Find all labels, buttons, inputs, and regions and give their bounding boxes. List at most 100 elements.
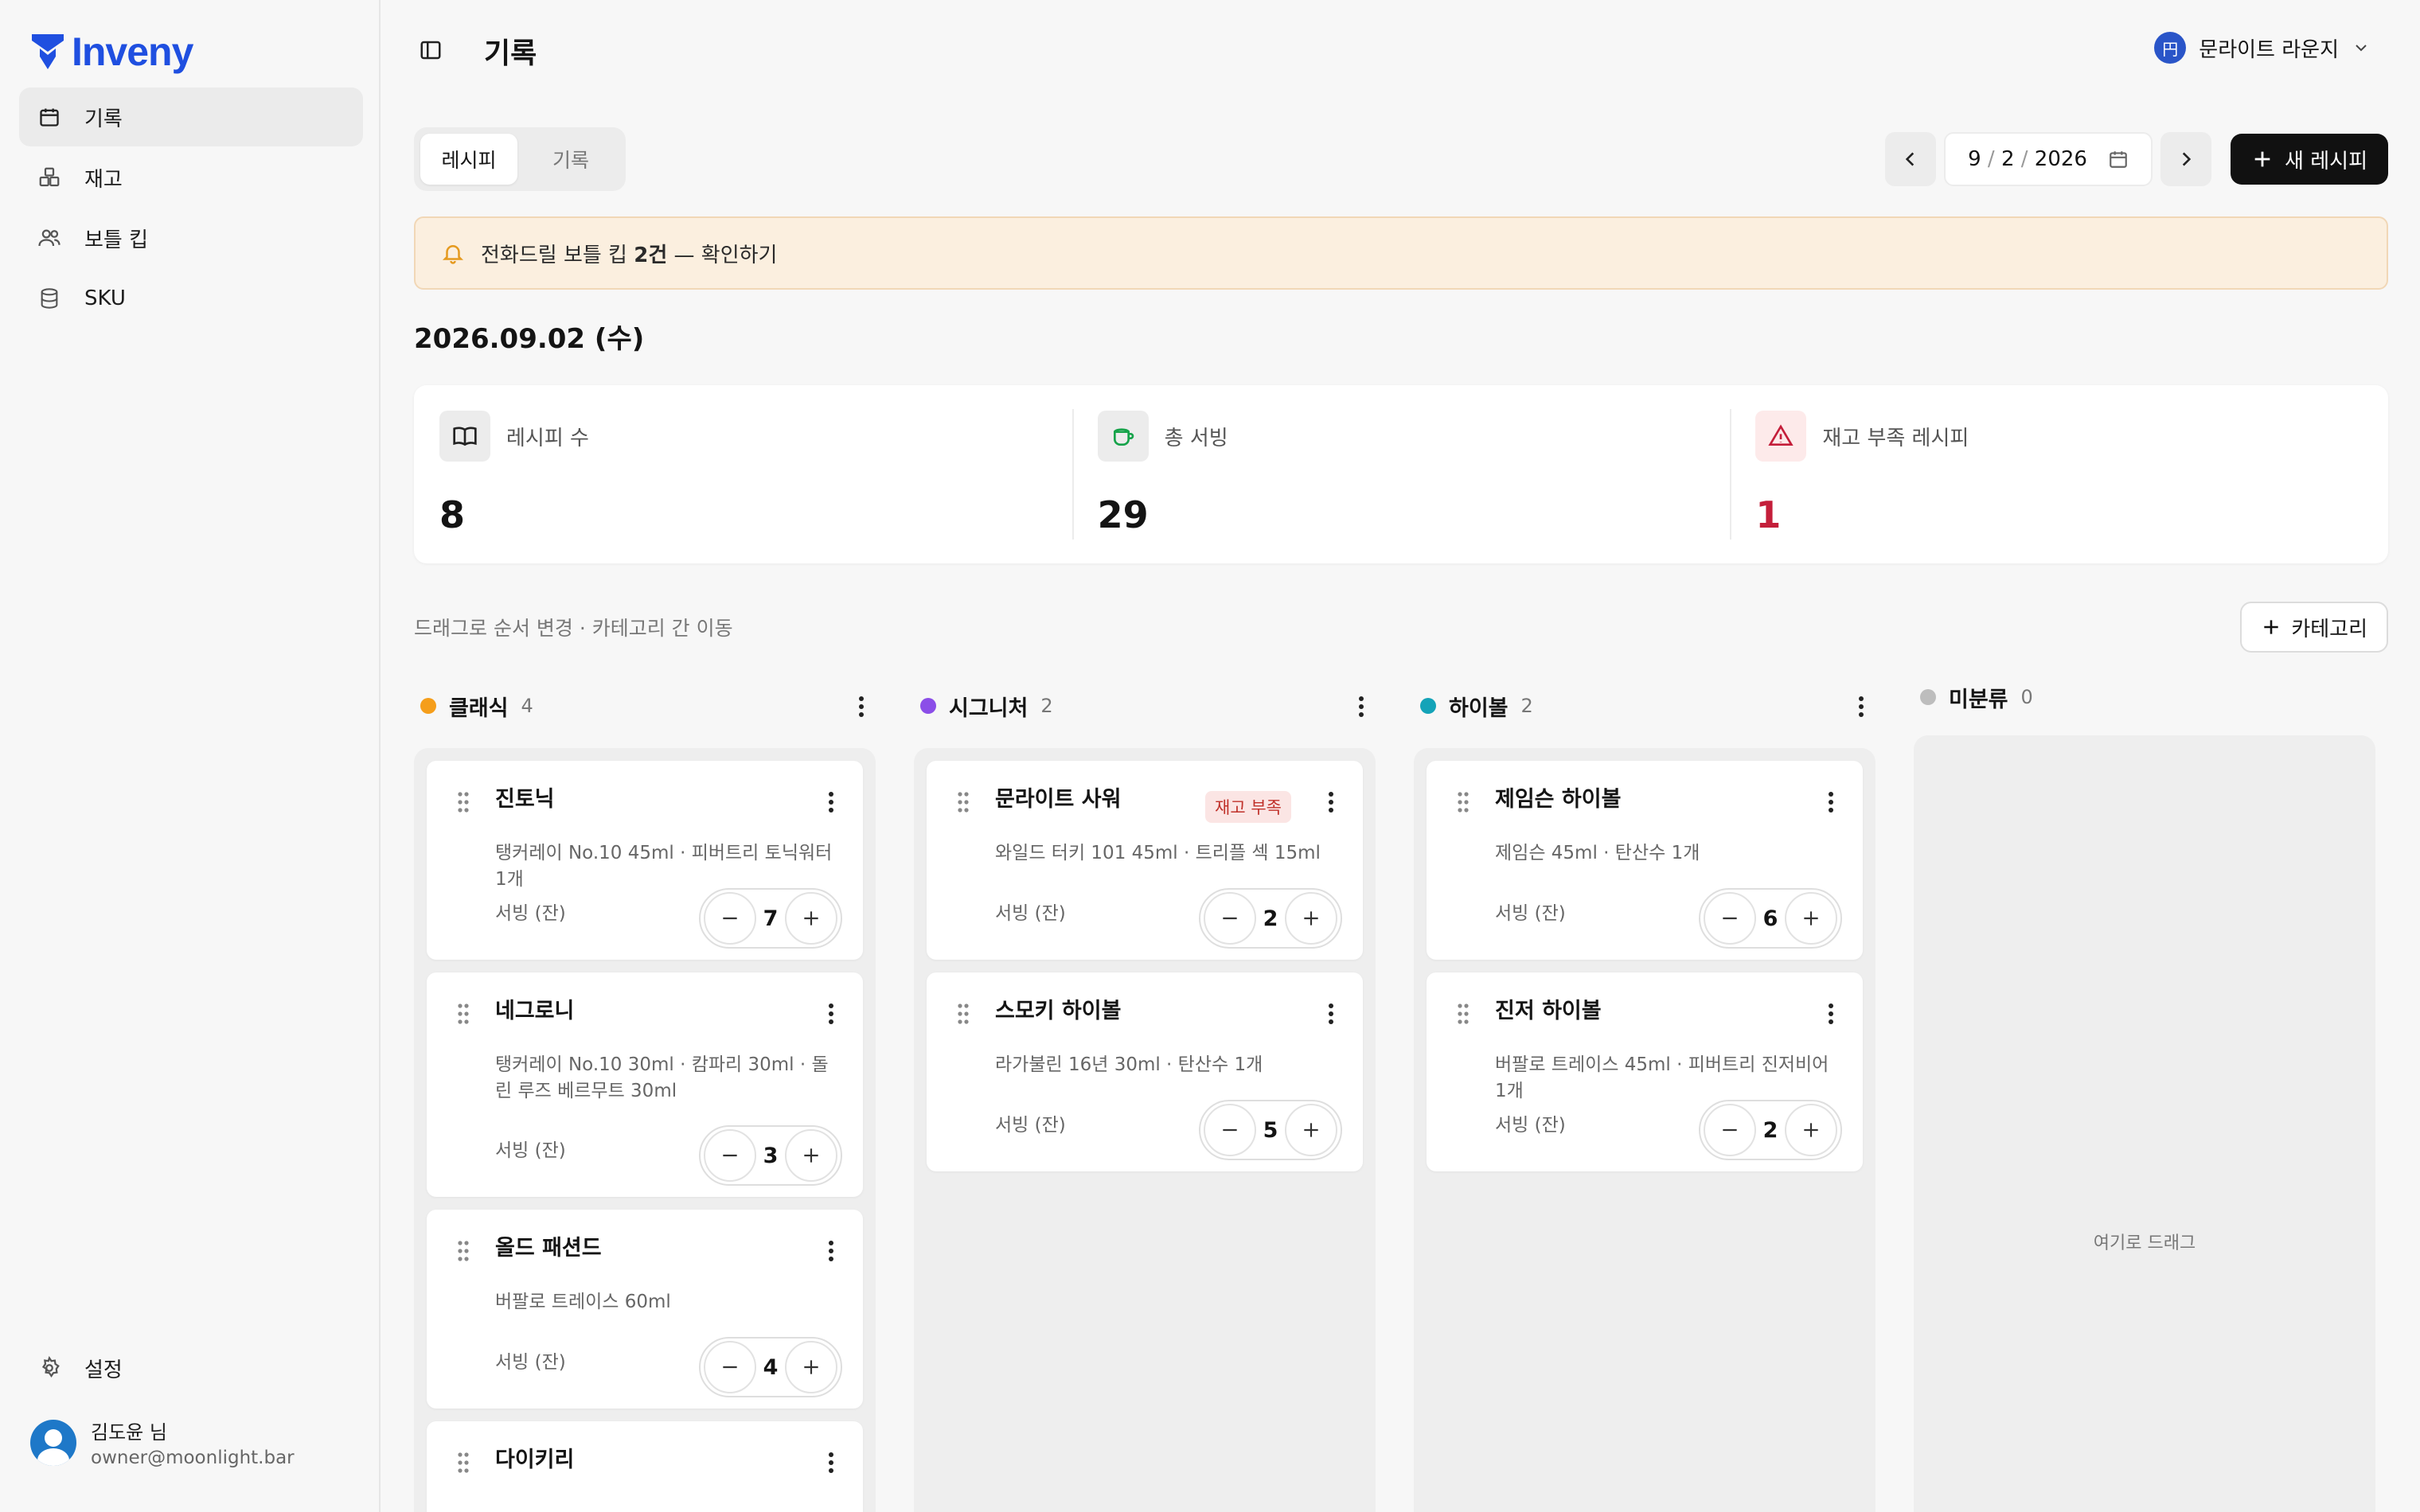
serving-count: 5 [1263,1117,1278,1143]
recipe-name: 네그로니 [495,999,575,1023]
minus-icon [723,1366,737,1369]
drag-handle-icon[interactable] [957,1003,970,1025]
drag-handle-icon[interactable] [1457,1003,1470,1025]
more-vertical-icon[interactable] [817,1448,845,1477]
date-value: 9 / 2 / 2026 [1968,147,2087,171]
recipe-card[interactable]: 스모키 하이볼 라가불린 16년 30ml · 탄산수 1개 서빙 (잔) 5 [927,972,1363,1171]
date-input[interactable]: 9 / 2 / 2026 [1944,132,2153,186]
sidebar-toggle-icon[interactable] [417,37,444,64]
decrement-button[interactable] [1204,1104,1256,1156]
drag-handle-icon[interactable] [457,1452,470,1474]
recipe-name: 문라이트 사워 [995,787,1122,812]
serving-label: 서빙 (잔) [995,1115,1066,1136]
decrement-button[interactable] [1704,1104,1756,1156]
increment-button[interactable] [784,1341,837,1393]
category-count: 0 [2020,686,2033,708]
more-vertical-icon[interactable] [817,788,845,816]
tab-records[interactable]: 기록 [522,134,619,185]
category-count: 4 [521,695,533,717]
stat-label: 레시피 수 [506,426,589,450]
recipe-card[interactable]: 다이키리 [427,1421,863,1512]
drag-handle-icon[interactable] [1457,791,1470,813]
category-drop-zone[interactable]: 문라이트 사워 재고 부족 와일드 터키 101 45ml · 트리플 섹 15… [914,748,1376,1512]
cup-icon [1097,411,1149,462]
increment-button[interactable] [1284,1104,1337,1156]
more-vertical-icon[interactable] [1317,1000,1345,1028]
low-stock-badge: 재고 부족 [1205,791,1291,823]
sidebar-item-inventory[interactable]: 재고 [19,148,363,207]
decrement-button[interactable] [704,892,756,945]
prev-date-button[interactable] [1885,132,1937,186]
sidebar-item-records[interactable]: 기록 [19,88,363,146]
recipe-name: 진토닉 [495,787,555,812]
category-drop-zone[interactable]: 여기로 드래그 [1914,735,2375,1512]
minus-icon [1723,917,1737,920]
recipe-ingredients: 버팔로 트레이스 60ml [495,1292,671,1312]
plus-icon [804,1148,818,1163]
increment-button[interactable] [1284,892,1337,945]
more-vertical-icon[interactable] [847,692,876,721]
minus-icon [1723,1128,1737,1132]
more-vertical-icon[interactable] [1847,692,1876,721]
increment-button[interactable] [1784,1104,1837,1156]
recipe-card[interactable]: 네그로니 탱커레이 No.10 30ml · 캄파리 30ml · 돌린 루즈 … [427,972,863,1197]
category-column: 하이볼 2 제임슨 하이볼 제임슨 45ml · 탄산수 1개 서빙 (잔) 6 [1414,676,1888,1512]
more-vertical-icon[interactable] [1817,788,1845,816]
database-icon [37,286,62,311]
decrement-button[interactable] [1704,892,1756,945]
gear-icon [37,1355,62,1381]
more-vertical-icon[interactable] [817,1237,845,1265]
recipe-ingredients: 탱커레이 No.10 45ml · 피버트리 토닉워터 1개 [495,843,833,890]
sidebar-item-bottle-keep[interactable]: 보틀 킵 [19,208,363,267]
recipe-card[interactable]: 문라이트 사워 재고 부족 와일드 터키 101 45ml · 트리플 섹 15… [927,761,1363,960]
bottle-keep-banner[interactable]: 전화드릴 보틀 킵 2건 — 확인하기 [414,216,2388,290]
category-drop-zone[interactable]: 제임슨 하이볼 제임슨 45ml · 탄산수 1개 서빙 (잔) 6 진저 하이… [1414,748,1876,1512]
user-profile[interactable]: 김도윤 님 owner@moonlight.bar [30,1417,295,1468]
decrement-button[interactable] [704,1129,756,1182]
brand-logo[interactable]: Inveny [32,29,193,75]
drag-handle-icon[interactable] [957,791,970,813]
recipe-ingredients: 탱커레이 No.10 30ml · 캄파리 30ml · 돌린 루즈 베르무트 … [495,1054,829,1101]
recipe-card[interactable]: 제임슨 하이볼 제임슨 45ml · 탄산수 1개 서빙 (잔) 6 [1427,761,1863,960]
recipe-card[interactable]: 올드 패션드 버팔로 트레이스 60ml 서빙 (잔) 4 [427,1210,863,1409]
category-name: 하이볼 [1449,696,1509,721]
drag-handle-icon[interactable] [457,791,470,813]
more-vertical-icon[interactable] [1817,1000,1845,1028]
category-color-dot [1420,698,1436,714]
new-recipe-label: 새 레시피 [2285,149,2367,173]
decrement-button[interactable] [704,1341,756,1393]
next-date-button[interactable] [2160,132,2212,186]
stat-label: 재고 부족 레시피 [1822,426,1969,450]
new-recipe-button[interactable]: 새 레시피 [2231,134,2388,185]
add-category-button[interactable]: 카테고리 [2240,602,2388,653]
drag-handle-icon[interactable] [457,1240,470,1262]
category-count: 2 [1040,695,1053,717]
more-vertical-icon[interactable] [1347,692,1376,721]
more-vertical-icon[interactable] [817,1000,845,1028]
serving-label: 서빙 (잔) [495,1140,566,1161]
category-count: 2 [1520,695,1533,717]
store-switcher[interactable]: 円 문라이트 라운지 [2154,32,2371,64]
tab-recipes[interactable]: 레시피 [420,134,517,185]
drag-handle-icon[interactable] [457,1003,470,1025]
serving-stepper: 2 [1199,888,1342,949]
minus-icon [723,1154,737,1157]
chevron-down-icon [2356,45,2367,52]
increment-button[interactable] [784,1129,837,1182]
increment-button[interactable] [1784,892,1837,945]
category-name: 클래식 [449,696,509,721]
sidebar-item-settings[interactable]: 설정 [19,1339,363,1397]
serving-stepper: 3 [699,1125,842,1186]
sidebar-item-label: 보틀 킵 [84,228,149,252]
store-icon: 円 [2154,32,2187,64]
category-drop-zone[interactable]: 진토닉 탱커레이 No.10 45ml · 피버트리 토닉워터 1개 서빙 (잔… [414,748,876,1512]
recipe-card[interactable]: 진토닉 탱커레이 No.10 45ml · 피버트리 토닉워터 1개 서빙 (잔… [427,761,863,960]
more-vertical-icon[interactable] [1317,788,1345,816]
serving-label: 서빙 (잔) [1495,903,1566,924]
recipe-card[interactable]: 진저 하이볼 버팔로 트레이스 45ml · 피버트리 진저비어 1개 서빙 (… [1427,972,1863,1171]
sidebar-item-sku[interactable]: SKU [19,269,363,328]
recipe-name: 다이키리 [495,1448,575,1472]
category-board: 클래식 4 진토닉 탱커레이 No.10 45ml · 피버트리 토닉워터 1개… [414,676,2388,1512]
decrement-button[interactable] [1204,892,1256,945]
increment-button[interactable] [784,892,837,945]
